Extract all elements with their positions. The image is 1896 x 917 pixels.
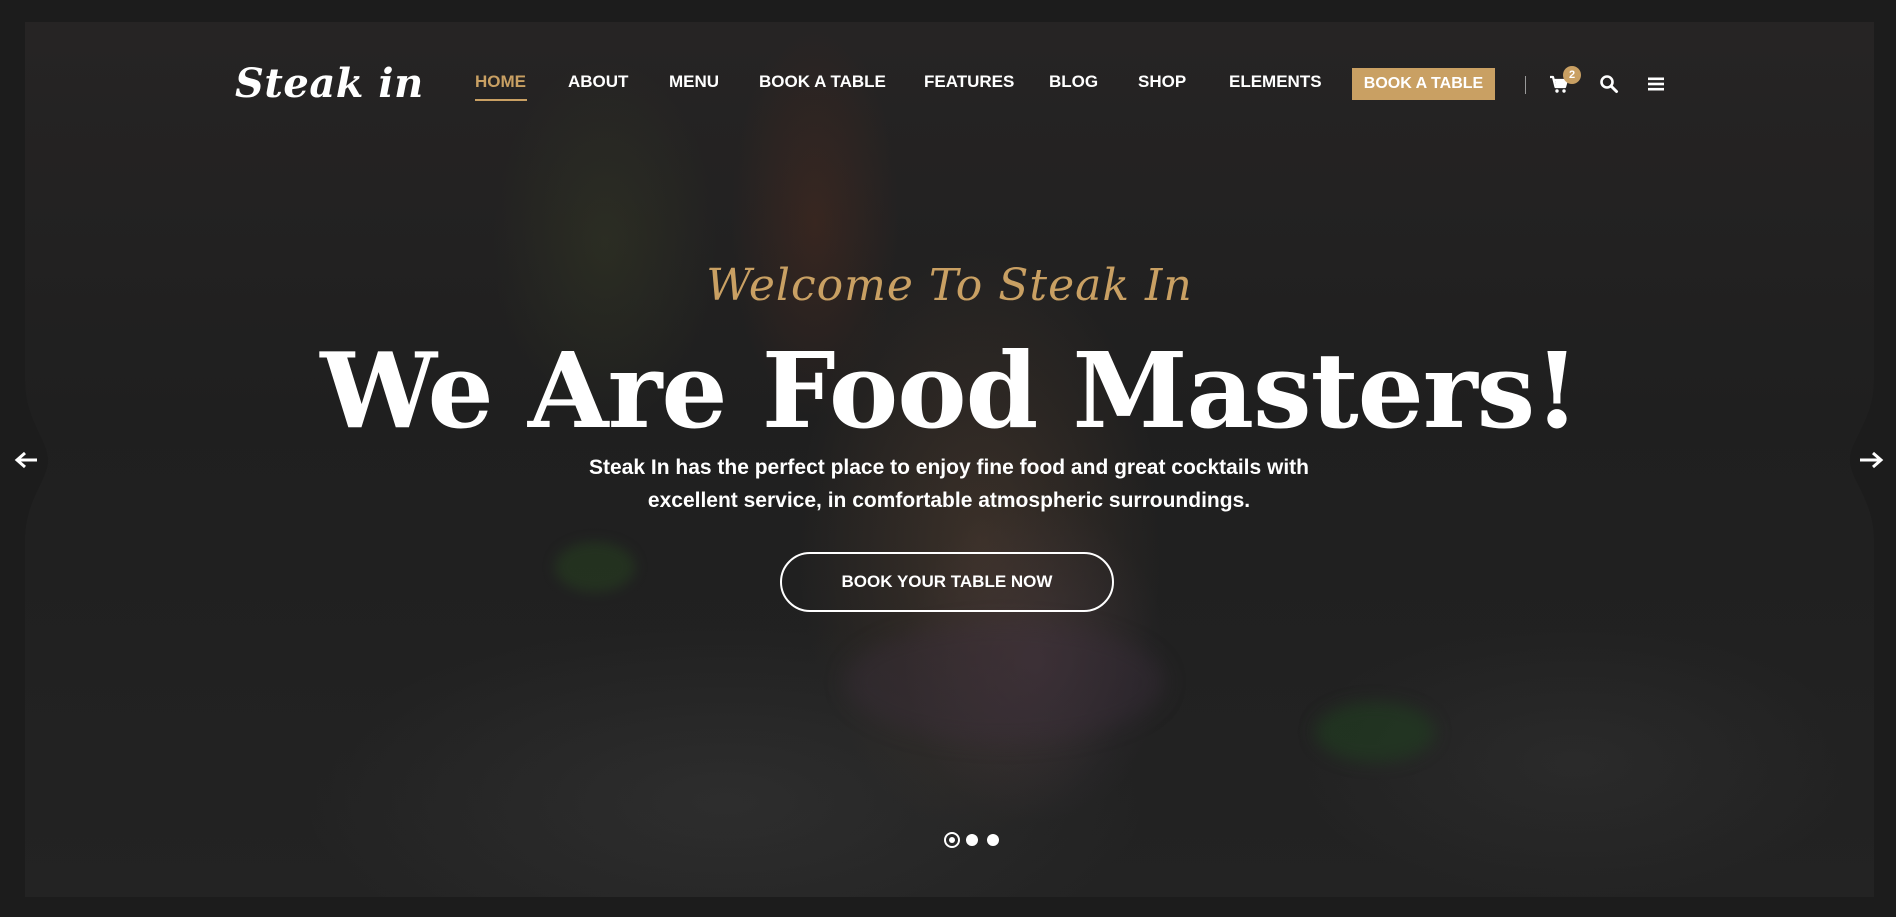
next-slide-button[interactable] bbox=[1846, 380, 1896, 540]
slider-dot-2[interactable] bbox=[966, 834, 978, 846]
welcome-script: Welcome To Steak In bbox=[706, 260, 1193, 311]
hero-subtext: Steak In has the perfect place to enjoy … bbox=[549, 451, 1349, 517]
hero-slide: Welcome To Steak In We Are Food Masters!… bbox=[25, 22, 1874, 897]
hero-subtext-line: excellent service, in comfortable atmosp… bbox=[647, 489, 1251, 512]
slider-dot-1[interactable] bbox=[944, 832, 960, 848]
hero-subtext-line: Steak In has the perfect place to enjoy … bbox=[589, 456, 1309, 479]
hero-headline: We Are Food Masters! bbox=[320, 329, 1580, 452]
slider-dot-3[interactable] bbox=[987, 834, 999, 846]
hero-frame: Steak in HOME ABOUT MENU BOOK A TABLE FE… bbox=[25, 22, 1874, 897]
prev-slide-button[interactable] bbox=[0, 380, 50, 540]
book-your-table-button[interactable]: BOOK YOUR TABLE NOW bbox=[780, 552, 1114, 612]
